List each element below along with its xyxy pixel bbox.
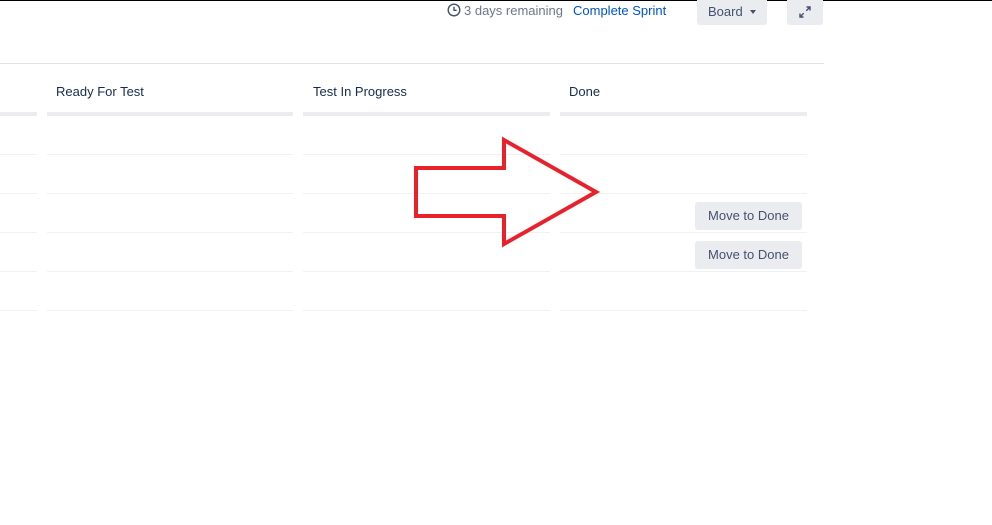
swimlane-cell — [47, 155, 293, 194]
swimlane-cell — [0, 116, 37, 155]
swimlane-cell — [47, 233, 293, 272]
sprint-header-actions: 3 days remaining Complete Sprint Board — [0, 0, 992, 40]
swimlane-cell — [47, 116, 293, 155]
column-header-ready-for-test: Ready For Test — [56, 84, 144, 99]
swimlane-cell — [0, 194, 37, 233]
header-divider — [0, 63, 824, 64]
annotation-arrow — [414, 136, 601, 248]
swimlane-cell — [47, 194, 293, 233]
swimlane-cell — [47, 272, 293, 311]
swimlane-cell — [0, 272, 37, 311]
column-header-test-in-progress: Test In Progress — [313, 84, 407, 99]
expand-icon — [799, 6, 811, 18]
move-to-done-button[interactable]: Move to Done — [695, 241, 802, 269]
swimlane-cell — [0, 233, 37, 272]
chevron-down-icon — [750, 10, 756, 14]
column-header-done: Done — [569, 84, 601, 99]
expand-board-button[interactable] — [787, 0, 823, 25]
board-dropdown-button[interactable]: Board — [697, 0, 767, 25]
move-to-done-button[interactable]: Move to Done — [695, 202, 802, 230]
swimlane-cell — [0, 155, 37, 194]
column-ready-for-test — [47, 112, 293, 311]
board-button-label: Board — [708, 4, 743, 19]
clock-icon — [447, 3, 461, 17]
days-remaining-text: 3 days remaining — [464, 3, 563, 18]
swimlane-cell — [303, 272, 550, 311]
column-previous — [0, 112, 37, 311]
swimlane-cell — [560, 272, 807, 311]
complete-sprint-link[interactable]: Complete Sprint — [573, 3, 666, 19]
